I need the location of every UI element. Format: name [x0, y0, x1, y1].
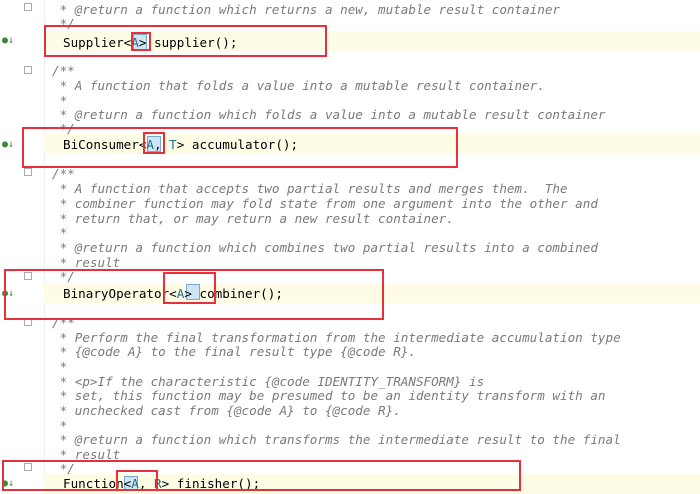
code-comment-line: * A function that accepts two partial re… — [52, 181, 568, 196]
code-comment-line: * — [52, 93, 68, 108]
code-comment-line: /** — [52, 63, 75, 78]
code-comment-line: * unchecked cast from {@code A} to {@cod… — [52, 403, 401, 418]
fold-toggle-icon[interactable] — [24, 168, 32, 176]
annotation-box-type-param — [131, 32, 151, 51]
fold-toggle-icon[interactable] — [24, 66, 32, 74]
code-comment-line: /** — [52, 166, 75, 181]
code-comment-line: * @return a function which transforms th… — [52, 432, 621, 447]
annotation-box-type-param — [143, 132, 165, 154]
code-comment-line: * set, this function may be presumed to … — [52, 388, 606, 403]
code-comment-line: * — [52, 359, 68, 374]
code-comment-line: * @return a function which combines two … — [52, 240, 598, 255]
gutter-divider — [44, 0, 45, 491]
annotation-box-accumulator — [22, 127, 458, 168]
code-comment-line: * <p>If the characteristic {@code IDENTI… — [52, 374, 485, 389]
code-comment-line: * Perform the final transformation from … — [52, 330, 621, 345]
code-comment-line: * result — [52, 255, 121, 270]
code-comment-line: * @return a function which folds a value… — [52, 107, 606, 122]
code-comment-line: * — [52, 225, 68, 240]
annotation-box-type-param — [116, 470, 158, 491]
annotation-box-type-param — [163, 272, 216, 304]
annotation-box-finisher — [2, 460, 521, 491]
implemented-method-icon[interactable]: ●↓ — [2, 139, 16, 150]
code-comment-line: * combiner function may fold state from … — [52, 196, 598, 211]
code-comment-line: * — [52, 418, 68, 433]
implemented-method-icon[interactable]: ●↓ — [2, 35, 16, 46]
code-comment-line: * return that, or may return a new resul… — [52, 211, 454, 226]
annotation-box-supplier — [44, 25, 327, 57]
code-comment-line: * {@code A} to the final result type {@c… — [52, 344, 416, 359]
editor-gutter — [0, 0, 44, 491]
code-comment-line: * @return a function which returns a new… — [52, 2, 560, 17]
fold-toggle-icon[interactable] — [24, 3, 32, 11]
code-comment-line: * A function that folds a value into a m… — [52, 78, 545, 93]
